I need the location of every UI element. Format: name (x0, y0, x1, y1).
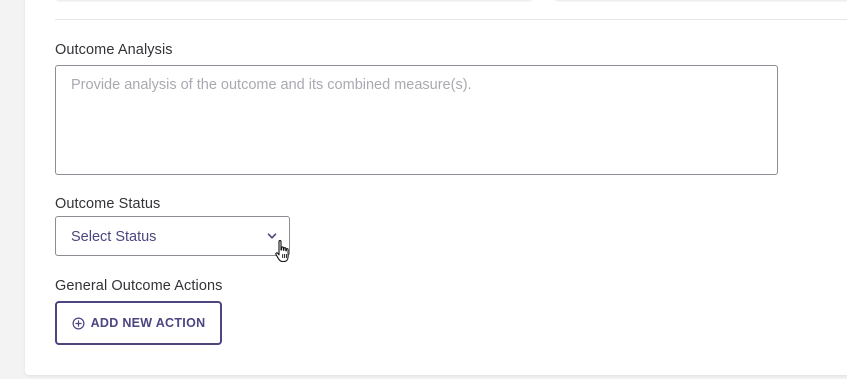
plus-circle-icon (72, 317, 85, 329)
outcome-analysis-label: Outcome Analysis (55, 42, 173, 58)
outcome-status-select[interactable]: Select Status (55, 216, 290, 256)
add-new-action-label: ADD NEW ACTION (90, 316, 206, 330)
outcome-analysis-textarea[interactable]: Provide analysis of the outcome and its … (55, 65, 778, 175)
add-new-action-button[interactable]: ADD NEW ACTION (55, 301, 222, 345)
hand-pointer-icon (275, 239, 289, 263)
outcome-analysis-placeholder: Provide analysis of the outcome and its … (71, 77, 472, 93)
outcome-status-label: Outcome Status (55, 196, 161, 212)
section-divider (55, 19, 847, 20)
general-outcome-actions-label: General Outcome Actions (55, 278, 223, 294)
outcome-status-selected-value: Select Status (71, 229, 157, 245)
